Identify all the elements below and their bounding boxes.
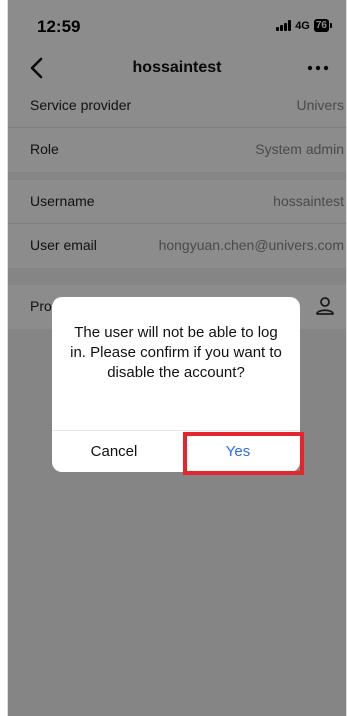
cancel-button[interactable]: Cancel (52, 431, 176, 472)
highlight-box (183, 432, 304, 475)
dialog-message: The user will not be able to log in. Ple… (70, 324, 282, 381)
